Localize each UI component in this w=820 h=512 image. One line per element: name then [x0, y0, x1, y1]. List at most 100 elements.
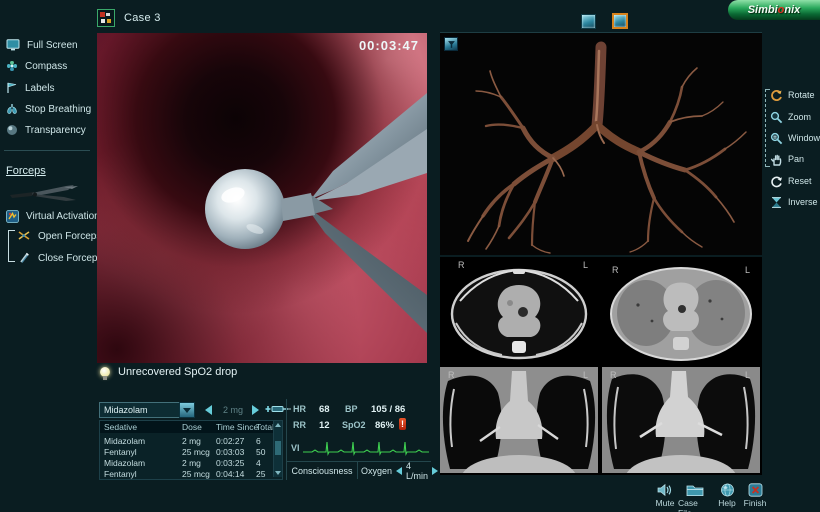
orientation-label-left: L: [583, 370, 588, 380]
orientation-label-left: L: [745, 370, 750, 380]
fullscreen-monitor-icon: [6, 39, 20, 51]
bp-label: BP: [345, 404, 358, 414]
open-forceps-icon: [18, 230, 31, 242]
ecg-waveform: [303, 439, 429, 457]
case-thumbnail-icon: [97, 9, 115, 27]
scroll-up-icon[interactable]: [275, 423, 281, 427]
bronchial-tree-render: [440, 33, 762, 255]
table-row[interactable]: Fentanyl 25 mcg 0:04:14 25: [100, 469, 274, 480]
consciousness-button[interactable]: Consciousness: [289, 463, 355, 478]
inverse-hourglass-icon: [770, 196, 783, 209]
oxygen-decrease-button[interactable]: [396, 467, 402, 475]
scroll-thumb[interactable]: [275, 441, 281, 455]
medication-panel: Midazolam 2 mg Sedative Dose Time Since …: [97, 399, 283, 480]
table-scrollbar[interactable]: [273, 421, 282, 477]
ct-axial-image: [440, 257, 598, 363]
rr-value: 12: [319, 420, 330, 431]
reset-icon: [770, 175, 783, 188]
lungs-icon: [6, 103, 18, 115]
tool-rotate[interactable]: Rotate: [770, 87, 815, 103]
oxygen-value: 4 L/min: [406, 461, 428, 481]
dose-increase-button[interactable]: [252, 405, 259, 415]
bp-value: 105 / 86: [371, 404, 405, 415]
orientation-label-right: R: [612, 265, 619, 275]
mute-button[interactable]: Mute: [648, 483, 682, 508]
orientation-label-right: R: [448, 370, 455, 380]
speaker-icon: [656, 483, 674, 497]
ct-coronal-slice-1[interactable]: R L: [440, 367, 598, 473]
sidebar-item-compass[interactable]: Compass: [6, 58, 67, 74]
hint-bulb-icon: [100, 367, 110, 377]
simbionix-logo: Simbionix: [728, 0, 820, 20]
sidebar-divider: [4, 150, 90, 151]
forceps-section-title: Forceps: [6, 165, 46, 177]
ct-coronal-slice-2[interactable]: R L: [602, 367, 760, 473]
sidebar-item-close-forceps[interactable]: Close Forceps: [18, 250, 102, 266]
hint-message-text: Unrecovered SpO2 drop: [118, 366, 237, 378]
rotate-icon: [770, 89, 783, 102]
tool-inverse[interactable]: Inverse: [770, 194, 818, 210]
tool-reset[interactable]: Reset: [770, 173, 812, 189]
compass-icon: [6, 60, 18, 72]
sidebar-item-full-screen[interactable]: Full Screen: [6, 37, 78, 53]
rr-label: RR: [293, 420, 306, 430]
vitals-panel: HR 68 BP 105 / 86 RR 12 SpO2 86% ! VI Co…: [286, 399, 431, 480]
spo2-alert-icon: !: [399, 418, 406, 430]
finish-button[interactable]: Finish: [738, 483, 772, 508]
sedative-history-table: Sedative Dose Time Since Total Midazolam…: [99, 420, 283, 480]
orientation-label-right: R: [610, 370, 617, 380]
oxygen-control: Oxygen 4 L/min: [361, 463, 438, 478]
table-row[interactable]: Fentanyl 25 mcg 0:03:03 50: [100, 447, 274, 458]
tool-pan[interactable]: Pan: [770, 151, 804, 167]
table-row[interactable]: Midazolam 2 mg 0:03:25 4: [100, 458, 274, 469]
forceps-actions-bracket: [8, 230, 15, 262]
ct-coronal-image: [440, 367, 598, 473]
dropdown-arrow-button[interactable]: [179, 402, 195, 418]
oxygen-label: Oxygen: [361, 466, 392, 476]
pan-hand-icon: [770, 153, 783, 166]
orientation-label-right: R: [458, 260, 465, 270]
sidebar-item-open-forceps[interactable]: Open Forceps: [18, 228, 101, 244]
app-window: Case 3 Simbionix Full Screen Compass Lab…: [0, 0, 820, 512]
case-file-button[interactable]: Case File: [678, 483, 712, 512]
window-magnifier-icon: [770, 132, 783, 145]
case-title: Case 3: [124, 12, 161, 24]
layout-toggle-active-icon[interactable]: [612, 13, 628, 29]
orientation-label-left: L: [583, 260, 588, 270]
ct-slices-view[interactable]: R L R L: [440, 257, 762, 475]
zoom-magnifier-icon: [770, 111, 783, 124]
chevron-down-icon: [183, 408, 191, 413]
sidebar-item-stop-breathing[interactable]: Stop Breathing: [6, 101, 91, 117]
ct-coronal-image: [602, 367, 760, 473]
layout-toggle-icon[interactable]: [581, 14, 596, 29]
sidebar-item-labels[interactable]: Labels: [6, 80, 54, 96]
virtual-activation-icon: [6, 210, 19, 223]
sidebar-item-transparency[interactable]: Transparency: [6, 122, 86, 138]
table-row[interactable]: Midazolam 2 mg 0:02:27 6: [100, 436, 274, 447]
tool-zoom[interactable]: Zoom: [770, 109, 811, 125]
hr-value: 68: [319, 404, 330, 415]
elapsed-timer: 00:03:47: [359, 38, 419, 53]
sidebar-item-virtual-activation[interactable]: Virtual Activation: [6, 208, 100, 224]
ct-axial-slice-1[interactable]: R L: [440, 257, 598, 363]
sedative-dropdown[interactable]: Midazolam: [99, 402, 183, 418]
ct-axial-image: [602, 257, 760, 363]
dose-value: 2 mg: [217, 405, 249, 415]
tool-window[interactable]: Window: [770, 130, 820, 146]
forceps-image: [8, 183, 82, 208]
table-header-row: Sedative Dose Time Since Total: [100, 421, 274, 433]
label-tag-icon: [6, 82, 18, 94]
close-forceps-icon: [18, 252, 31, 264]
folder-icon: [686, 483, 704, 497]
ecg-lead-label: VI: [291, 443, 300, 453]
globe-icon: [720, 483, 735, 497]
orientation-label-left: L: [745, 265, 750, 275]
oxygen-increase-button[interactable]: [432, 467, 438, 475]
ct-axial-slice-2[interactable]: R L: [602, 257, 760, 363]
bronchial-tree-3d-view[interactable]: [440, 32, 762, 255]
dose-decrease-button[interactable]: [205, 405, 212, 415]
forceps-and-foreign-body: [97, 33, 427, 363]
scroll-down-icon[interactable]: [275, 471, 281, 475]
endoscope-viewport[interactable]: 00:03:47: [97, 33, 427, 363]
finish-close-icon: [748, 483, 763, 497]
